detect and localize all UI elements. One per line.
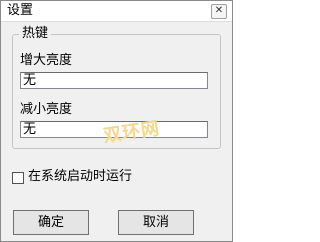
run-at-startup-checkbox[interactable] — [12, 172, 24, 184]
window-title: 设置 — [7, 3, 34, 18]
close-icon[interactable]: ✕ — [211, 4, 227, 19]
run-at-startup-label[interactable]: 在系统启动时运行 — [28, 169, 132, 185]
settings-dialog: 设置 ✕ 热键 增大亮度 无 减小亮度 无 双环网 在系统启动时运行 确定 取消 — [0, 0, 233, 242]
increase-brightness-label: 增大亮度 — [20, 53, 73, 68]
increase-brightness-hotkey-input[interactable]: 无 — [20, 72, 208, 89]
hotkey-group-legend: 热键 — [19, 26, 52, 42]
cancel-button[interactable]: 取消 — [118, 210, 194, 235]
title-bar[interactable]: 设置 ✕ — [1, 1, 232, 22]
decrease-brightness-label: 减小亮度 — [20, 102, 73, 117]
ok-button[interactable]: 确定 — [13, 210, 89, 235]
